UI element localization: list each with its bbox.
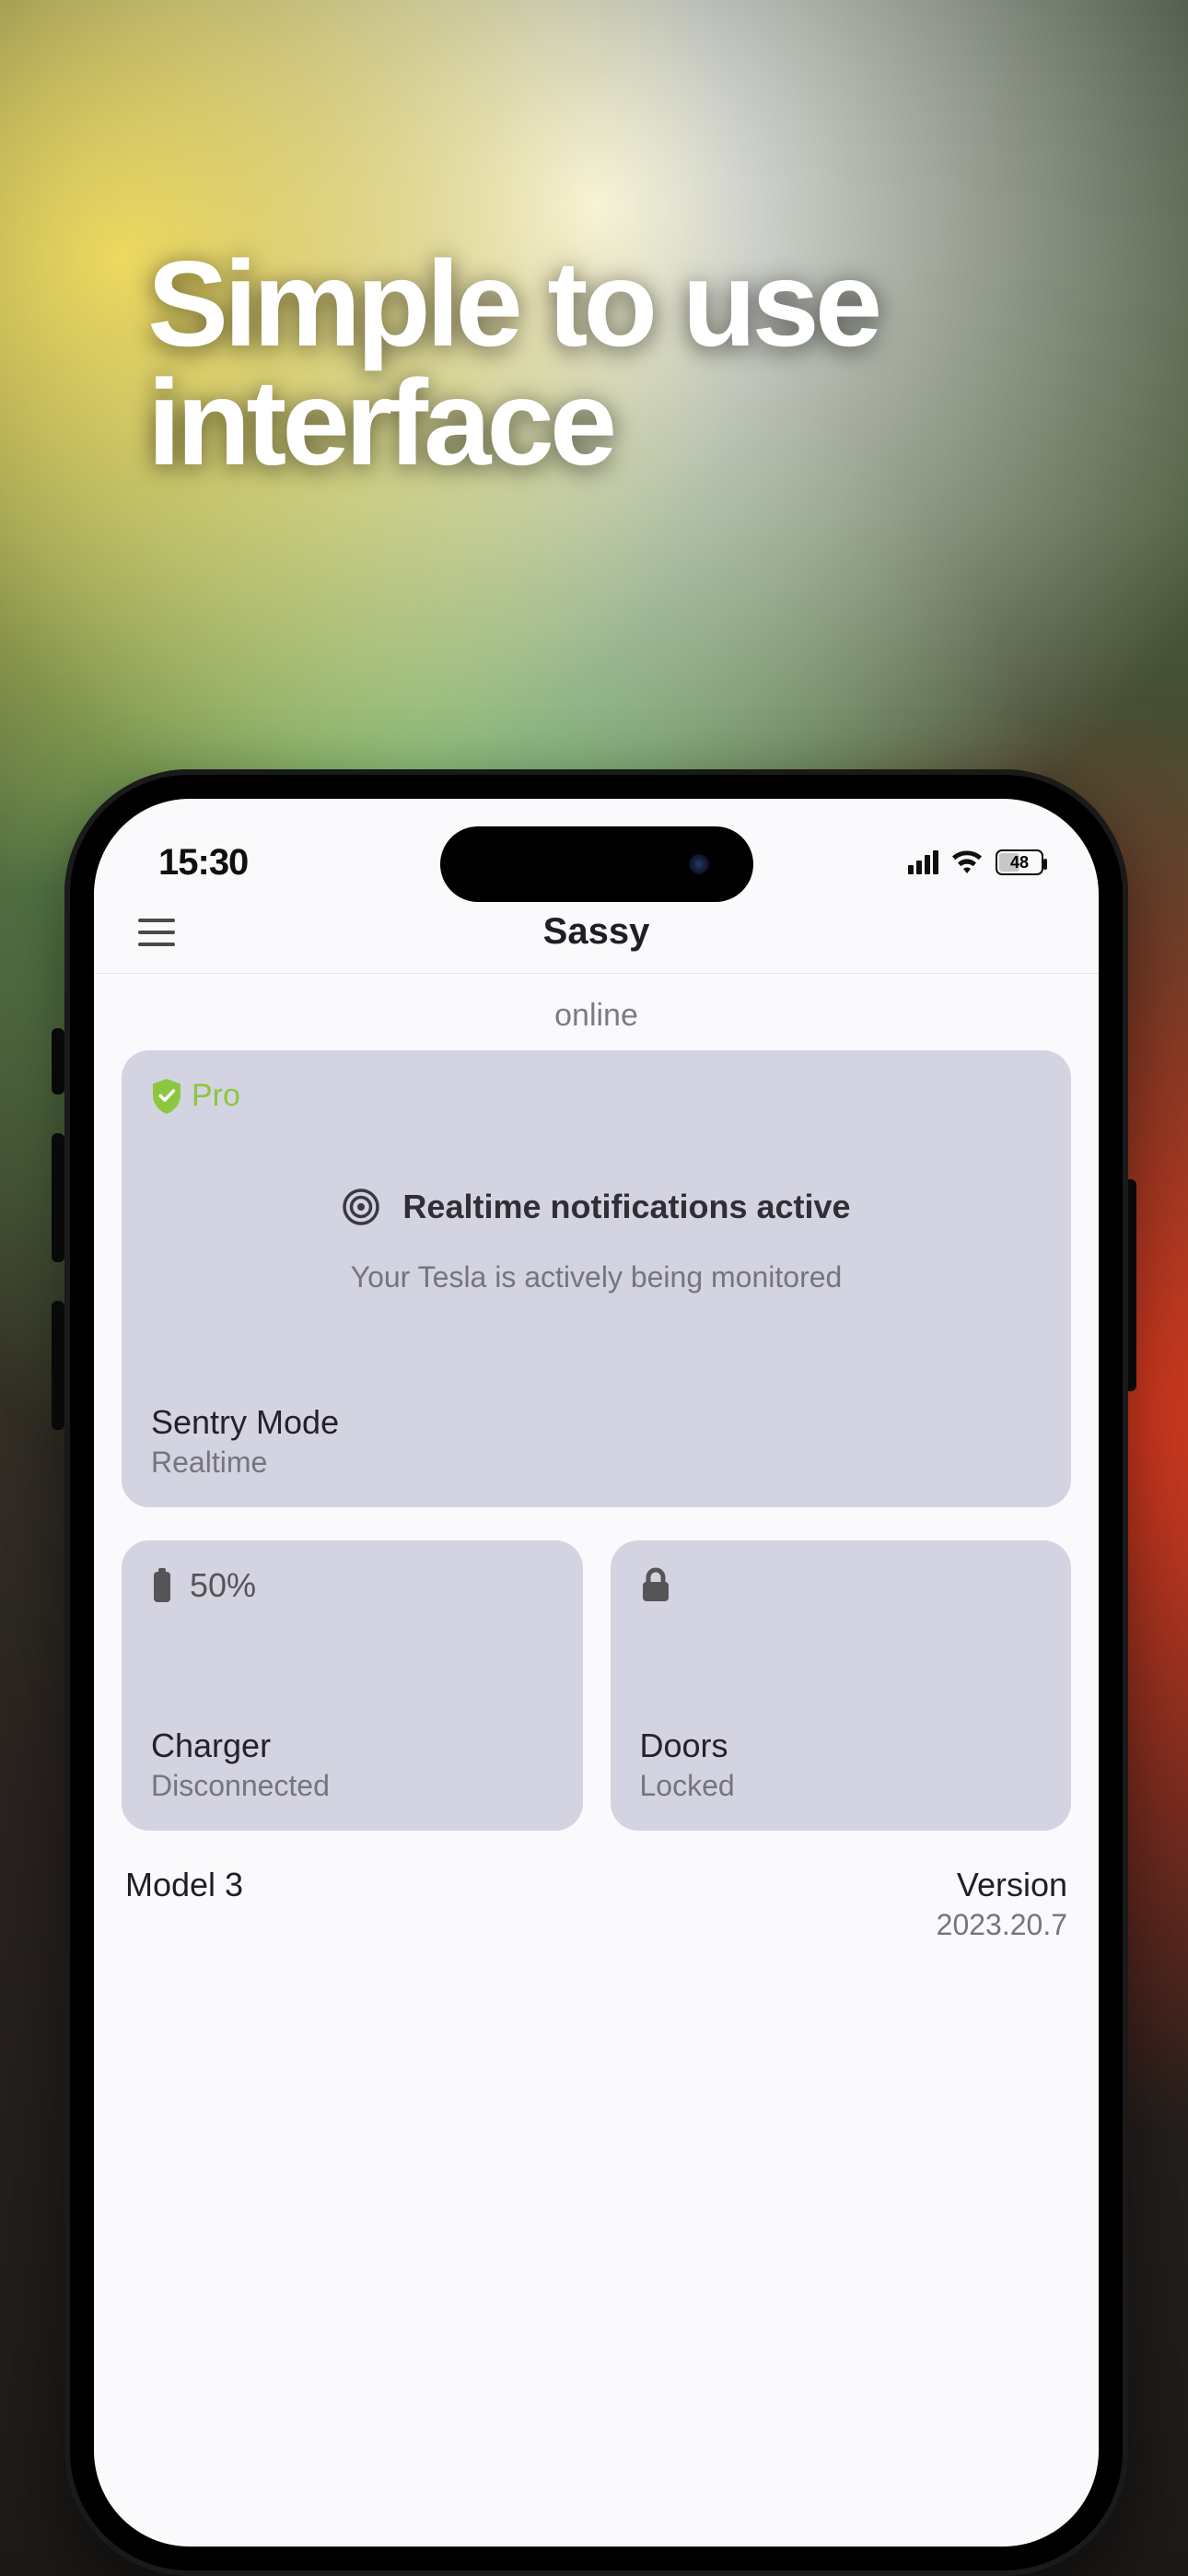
model-label: Model 3 (125, 1866, 243, 1942)
phone-frame: 15:30 48 Sassy online Pro (64, 769, 1128, 2576)
wifi-icon (951, 850, 983, 874)
sentry-title: Sentry Mode (151, 1403, 1042, 1442)
doors-tile[interactable]: Doors Locked (611, 1540, 1072, 1831)
pro-badge: Pro (151, 1078, 1042, 1114)
charger-subtitle: Disconnected (151, 1769, 553, 1803)
info-row: Model 3 Version 2023.20.7 (94, 1831, 1099, 1942)
shield-check-icon (151, 1079, 182, 1114)
charger-title: Charger (151, 1727, 553, 1765)
battery-icon (151, 1567, 173, 1604)
battery-label: 48 (1010, 853, 1029, 872)
sentry-subtitle: Realtime (151, 1446, 1042, 1480)
app-header: Sassy (94, 891, 1099, 974)
sentry-card[interactable]: Pro Realtime notifications active Your T… (122, 1050, 1071, 1507)
notification-subtitle: Your Tesla is actively being monitored (160, 1260, 1032, 1294)
cellular-signal-icon (908, 850, 938, 874)
connection-status: online (94, 974, 1099, 1050)
status-time: 15:30 (158, 842, 248, 884)
version-label: Version (937, 1866, 1067, 1904)
phone-screen: 15:30 48 Sassy online Pro (94, 799, 1099, 2547)
lock-icon (640, 1566, 671, 1603)
version-value: 2023.20.7 (937, 1908, 1067, 1942)
battery-percent: 50% (190, 1566, 256, 1605)
charger-tile[interactable]: 50% Charger Disconnected (122, 1540, 583, 1831)
broadcast-icon (342, 1188, 380, 1226)
battery-indicator: 48 (996, 849, 1043, 875)
app-title: Sassy (543, 911, 650, 953)
doors-title: Doors (640, 1727, 1042, 1765)
notification-title: Realtime notifications active (402, 1188, 850, 1226)
menu-button[interactable] (138, 919, 175, 946)
doors-subtitle: Locked (640, 1769, 1042, 1803)
dynamic-island (440, 826, 753, 902)
pro-label: Pro (192, 1078, 240, 1114)
marketing-headline: Simple to use interface (147, 244, 1188, 483)
